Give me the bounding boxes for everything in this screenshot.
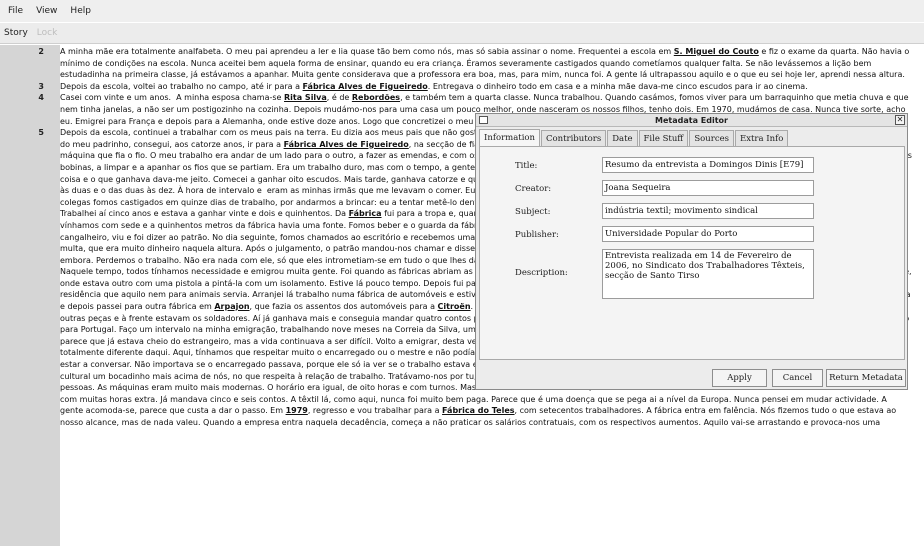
tab-sources[interactable]: Sources bbox=[689, 130, 734, 147]
apply-button[interactable]: Apply bbox=[712, 369, 767, 387]
creator-field[interactable]: Joana Sequeira bbox=[602, 180, 814, 196]
window-menu-icon[interactable] bbox=[479, 116, 488, 124]
close-icon[interactable]: ✕ bbox=[895, 115, 905, 125]
menu-file[interactable]: File bbox=[8, 6, 23, 16]
title-field[interactable]: Resumo da entrevista a Domingos Dinis [E… bbox=[602, 157, 814, 173]
entity-link[interactable]: Rita Silva bbox=[284, 93, 327, 102]
return-metadata-button[interactable]: Return Metadata bbox=[826, 369, 906, 387]
entity-link[interactable]: S. Miguel do Couto bbox=[674, 47, 759, 56]
paragraph-row[interactable]: 2 A minha mãe era totalmente analfabeta. … bbox=[0, 46, 924, 81]
description-field[interactable]: Entrevista realizada em 14 de Fevereiro … bbox=[602, 249, 814, 299]
paragraph-number: 5 bbox=[38, 128, 44, 138]
tab-date[interactable]: Date bbox=[607, 130, 638, 147]
publisher-label: Publisher: bbox=[515, 230, 559, 240]
information-panel: Title: Resumo da entrevista a Domingos D… bbox=[479, 146, 905, 360]
publisher-field[interactable]: Universidade Popular do Porto bbox=[602, 226, 814, 242]
tab-extra-info[interactable]: Extra Info bbox=[735, 130, 789, 147]
toolbar: Story Lock bbox=[0, 23, 924, 44]
paragraph-text[interactable]: Depois da escola, voltei ao trabalho no … bbox=[60, 81, 912, 93]
subject-label: Subject: bbox=[515, 207, 551, 217]
description-label: Description: bbox=[515, 268, 568, 278]
paragraph-row[interactable]: 3 Depois da escola, voltei ao trabalho no… bbox=[0, 81, 924, 93]
dialog-tabs: Information Contributors Date File Stuff… bbox=[479, 129, 789, 147]
paragraph-number: 3 bbox=[38, 81, 44, 91]
subject-field[interactable]: indústria textil; movimento sindical bbox=[602, 203, 814, 219]
tab-file-stuff[interactable]: File Stuff bbox=[638, 130, 689, 147]
menu-bar: File View Help bbox=[0, 0, 924, 22]
dialog-titlebar: Metadata Editor ✕ bbox=[476, 114, 907, 127]
title-label: Title: bbox=[515, 161, 538, 171]
menu-help[interactable]: Help bbox=[70, 6, 91, 16]
dialog-title: Metadata Editor bbox=[655, 116, 728, 125]
tab-information[interactable]: Information bbox=[479, 129, 541, 147]
story-button[interactable]: Story bbox=[4, 28, 28, 38]
tab-contributors[interactable]: Contributors bbox=[541, 130, 607, 147]
entity-link[interactable]: Rebordões bbox=[352, 93, 400, 102]
paragraph-text[interactable]: A minha mãe era totalmente analfabeta. O… bbox=[60, 46, 912, 81]
paragraph-number: 2 bbox=[38, 47, 44, 56]
cancel-button[interactable]: Cancel bbox=[772, 369, 823, 387]
entity-link[interactable]: Fábrica do Teles bbox=[442, 406, 515, 415]
paragraph-number: 4 bbox=[38, 93, 44, 103]
entity-link[interactable]: Citroën bbox=[438, 302, 471, 311]
entity-link[interactable]: 1979 bbox=[286, 406, 308, 415]
metadata-editor-dialog: Metadata Editor ✕ Information Contributo… bbox=[475, 113, 908, 390]
creator-label: Creator: bbox=[515, 184, 552, 194]
entity-link[interactable]: Fábrica bbox=[349, 209, 382, 218]
lock-button: Lock bbox=[36, 28, 58, 38]
entity-link[interactable]: Arpajon bbox=[214, 302, 249, 311]
entity-link[interactable]: Fábrica Alves de Figueiredo bbox=[303, 82, 428, 91]
entity-link[interactable]: Fábrica Alves de Figueiredo bbox=[284, 140, 409, 149]
menu-view[interactable]: View bbox=[36, 6, 57, 16]
